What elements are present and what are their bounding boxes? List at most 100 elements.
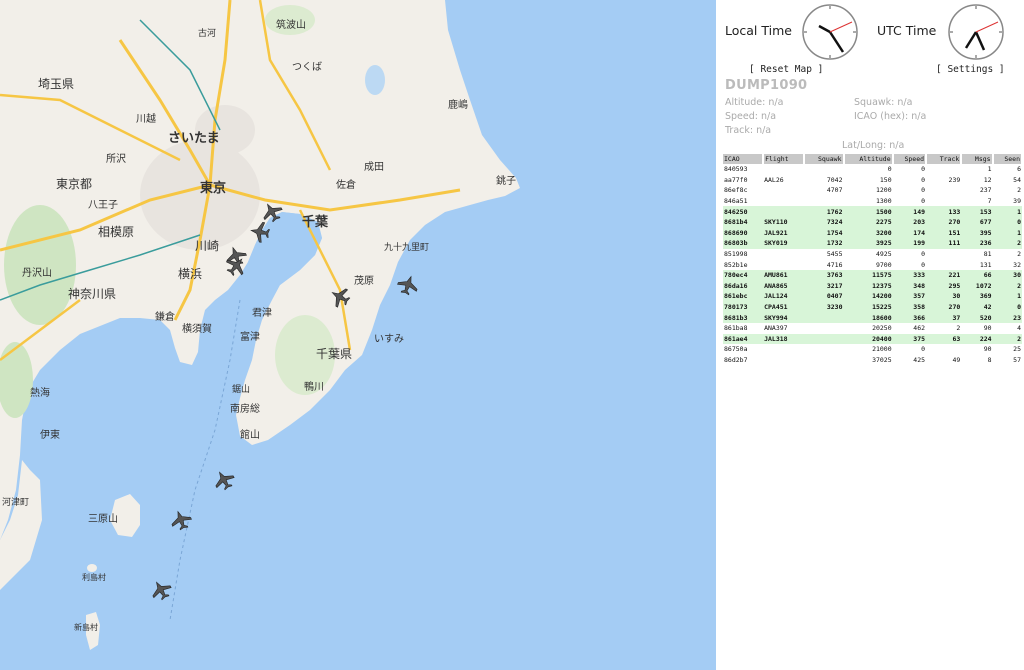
map-label-sakura: 佐倉 [336,178,356,191]
cell-icao: 86ef8c [724,186,748,195]
cell-icao: 851998 [724,250,748,259]
map-label-kamogawa: 鴨川 [304,380,324,393]
aircraft-table-body: 840593 0 0 1 6 aa77f0 AAL26 7042 150 0 239 12 54 86ef… [723,164,1022,365]
cell-flight [763,164,804,175]
col-track-header[interactable]: Track [926,154,963,164]
map-label-yokohama: 横浜 [178,267,202,281]
cell-track: 221 [926,269,962,281]
cell-flight [763,355,804,366]
cell-altitude: 37025 [872,355,892,364]
col-icao-header[interactable]: ICAO [723,154,765,164]
cell-track: 270 [926,301,962,313]
cell-track: 270 [926,216,962,228]
cell-flight: ANA865 [763,280,805,292]
cell-speed: 333 [892,269,927,281]
table-row[interactable]: 86ef8c 4707 1200 0 237 2 [723,185,1022,196]
table-row[interactable]: 861ba8 ANA397 20250 462 2 90 4 [723,323,1022,334]
cell-track [926,185,961,196]
cell-flight [763,185,804,196]
map-view[interactable]: 埼玉県 さいたま 川越 所沢 東京都 東京 八王子 相模原 川崎 横浜 神奈川県… [0,0,716,670]
table-row[interactable]: 846250 1762 1500 149 133 153 1 [723,206,1022,217]
map-label-tokyo: 東京 [200,180,226,196]
cell-squawk: 7042 [826,175,843,184]
cell-altitude: 20250 [872,324,892,333]
col-seen-header[interactable]: Seen [992,154,1024,164]
col-altitude-header[interactable]: Altitude [843,154,894,164]
cell-track [926,259,961,270]
cell-altitude: 21000 [872,345,892,354]
table-row[interactable]: 780173 CPA451 3230 15225 358 270 42 0 [723,301,1022,313]
cell-flight: JAL318 [763,333,805,345]
col-flight-header[interactable]: Flight [763,154,806,164]
map-label-choshi: 銚子 [496,174,516,187]
col-msgs-header[interactable]: Msgs [961,154,994,164]
cell-msgs: 8 [987,355,992,364]
table-row[interactable]: 86750a 21000 0 90 25 [723,344,1022,355]
table-row[interactable]: 868690 JAL921 1754 3200 174 151 395 1 [723,227,1022,239]
settings-button[interactable]: [ Settings ] [936,64,1005,75]
altitude-info: Altitude: n/a [725,97,784,108]
cell-altitude: 11575 [843,269,893,281]
cell-icao: aa77f0 [724,175,748,184]
map-label-tateyama: 館山 [240,428,260,441]
table-row[interactable]: 8681b4 SKY110 7324 2275 203 270 677 0 [723,216,1022,228]
local-clock [802,4,858,60]
table-row[interactable]: 8681b3 SKY994 18600 366 37 520 23 [723,312,1022,323]
cell-flight: AMU861 [763,269,805,281]
table-header-row: ICAO Flight Squawk Altitude Speed Track … [723,154,1024,164]
table-row[interactable]: 840593 0 0 1 6 [723,164,1022,175]
map-label-yokosuka: 横須賀 [182,322,212,335]
cell-speed: 462 [913,324,926,333]
table-row[interactable]: 861ebc JAL124 0407 14200 357 30 369 1 [723,291,1022,302]
map-canvas[interactable]: 埼玉県 さいたま 川越 所沢 東京都 東京 八王子 相模原 川崎 横浜 神奈川県… [0,0,716,670]
cell-seen: 2 [1017,250,1021,259]
cell-icao: 8681b3 [723,312,764,323]
cell-msgs: 369 [961,291,993,302]
table-row[interactable]: aa77f0 AAL26 7042 150 0 239 12 54 [723,175,1022,186]
cell-squawk [804,164,843,175]
cell-flight: JAL921 [763,227,805,239]
cell-seen: 0 [992,216,1022,228]
col-speed-header[interactable]: Speed [892,154,928,164]
cell-speed: 375 [892,333,927,345]
cell-altitude: 4925 [875,250,892,259]
cell-icao: 846250 [723,206,764,217]
map-label-oshima: 三原山 [88,513,118,525]
cell-msgs: 677 [961,216,993,228]
cell-squawk: 1762 [804,206,844,217]
cell-squawk: 0407 [804,291,844,302]
cell-seen: 2 [992,238,1022,249]
cell-altitude: 1500 [843,206,893,217]
cell-squawk [804,312,844,323]
table-row[interactable]: 86803b SKY019 1732 3925 199 111 236 2 [723,238,1022,249]
table-row[interactable]: 851998 5455 4925 0 81 2 [723,249,1022,260]
cell-msgs: 224 [961,333,993,345]
latlong-info: Lat/Long: n/a [842,140,905,151]
map-label-kujukuri: 九十九里町 [384,241,429,253]
cell-speed: 174 [892,227,927,239]
cell-track [926,249,961,260]
cell-seen: 32 [1013,260,1021,269]
table-row[interactable]: 780ec4 AMU861 3763 11575 333 221 66 30 [723,269,1022,281]
table-row[interactable]: 86d2b7 37025 425 49 8 57 [723,355,1022,366]
reset-map-button[interactable]: [ Reset Map ] [749,64,823,75]
col-squawk-header[interactable]: Squawk [804,154,845,164]
cell-track: 151 [926,227,962,239]
cell-seen: 25 [1013,345,1021,354]
cell-track: 239 [948,175,961,184]
cell-icao: 8681b4 [723,216,764,228]
cell-flight [763,249,804,260]
table-row[interactable]: 846a51 1300 0 7 39 [723,196,1022,207]
table-row[interactable]: 861ae4 JAL318 20400 375 63 224 2 [723,333,1022,345]
cell-msgs: 66 [961,269,993,281]
cell-altitude: 3925 [843,238,893,249]
squawk-info: Squawk: n/a [854,97,913,108]
table-row[interactable]: 86da16 ANA865 3217 12375 348 295 1072 2 [723,280,1022,292]
map-label-kawagoe: 川越 [136,112,156,125]
cell-seen: 4 [1017,324,1021,333]
cell-squawk: 1732 [804,238,844,249]
cell-track: 30 [926,291,962,302]
table-row[interactable]: 852b1e 4716 9700 0 131 32 [723,259,1022,270]
map-label-ito: 伊東 [40,428,60,441]
cell-flight: SKY994 [763,312,805,323]
